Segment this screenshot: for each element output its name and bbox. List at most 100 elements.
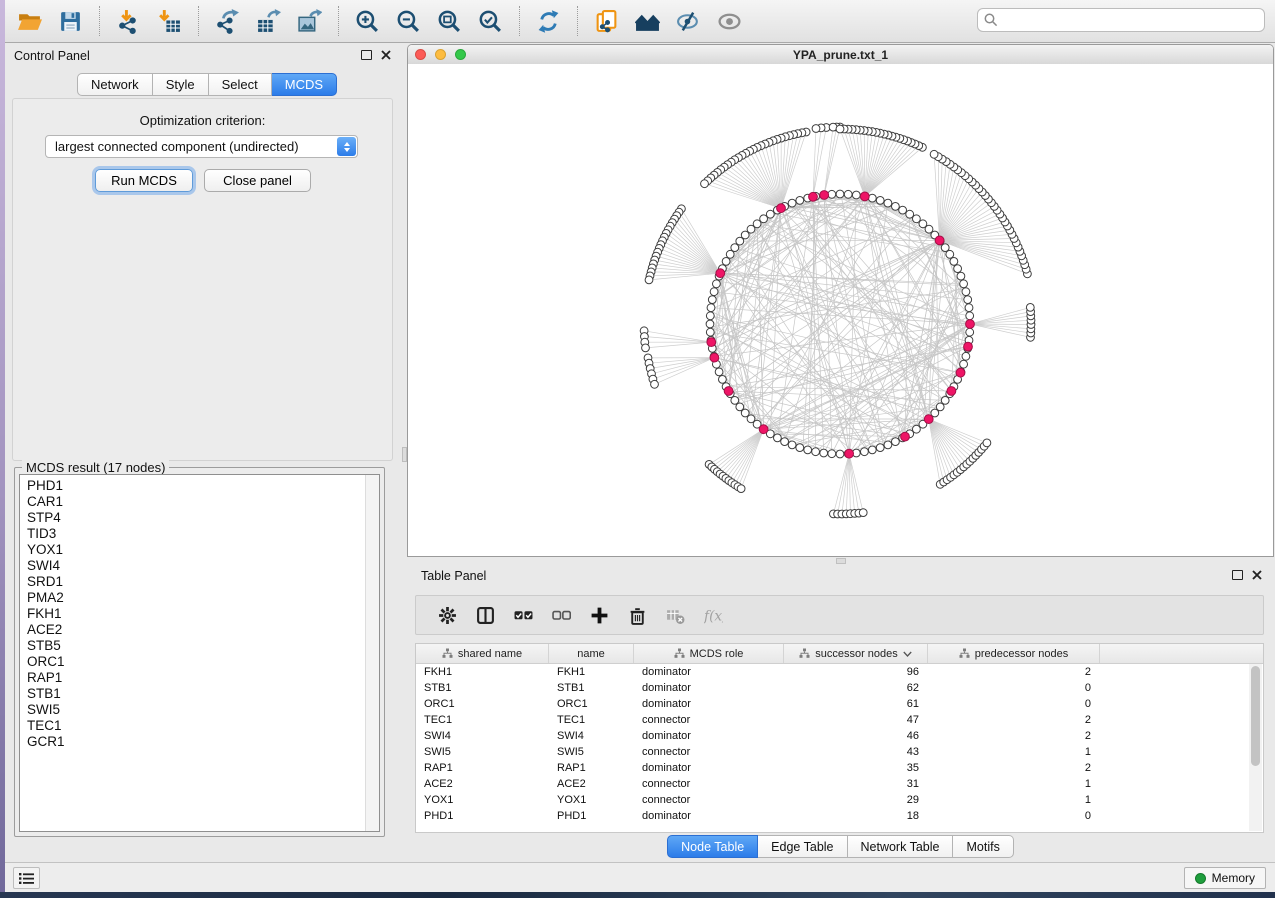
tab-motifs[interactable]: Motifs (953, 835, 1013, 858)
zoom-selected-button[interactable] (470, 4, 511, 38)
window-close-button[interactable] (415, 49, 426, 60)
clone-network-button[interactable] (586, 4, 627, 38)
mcds-hub-node[interactable] (845, 449, 854, 458)
show-column-panel-button[interactable] (466, 599, 504, 631)
mcds-result-item[interactable]: GCR1 (20, 734, 379, 750)
show-panels-menu-button[interactable] (13, 867, 40, 889)
float-table-panel-icon[interactable] (1232, 570, 1243, 580)
table-scrollbar[interactable] (1249, 664, 1262, 831)
mcds-hub-node[interactable] (956, 368, 965, 377)
table-row[interactable]: TEC1TEC1connector472 (416, 712, 1263, 728)
export-table-button[interactable] (248, 4, 289, 38)
mcds-result-item[interactable]: SWI4 (20, 558, 379, 574)
window-minimize-button[interactable] (435, 49, 446, 60)
table-row[interactable]: ORC1ORC1dominator610 (416, 696, 1263, 712)
table-row[interactable]: SWI5SWI5connector431 (416, 744, 1263, 760)
horizontal-splitter[interactable] (836, 558, 846, 564)
column-header-successor-nodes[interactable]: successor nodes (784, 644, 928, 663)
mcds-hub-node[interactable] (707, 338, 716, 347)
mcds-hub-node[interactable] (809, 192, 818, 201)
mcds-hub-node[interactable] (966, 320, 975, 329)
mcds-result-item[interactable]: SRD1 (20, 574, 379, 590)
zoom-out-button[interactable] (388, 4, 429, 38)
delete-column-button[interactable] (618, 599, 656, 631)
tab-network-table[interactable]: Network Table (848, 835, 954, 858)
mcds-result-item[interactable]: RAP1 (20, 670, 379, 686)
column-header-shared-name[interactable]: shared name (416, 644, 549, 663)
table-options-button[interactable] (428, 599, 466, 631)
open-file-button[interactable] (9, 4, 50, 38)
mcds-result-item[interactable]: ACE2 (20, 622, 379, 638)
tab-node-table[interactable]: Node Table (667, 835, 758, 858)
mcds-list-scrollbar[interactable] (365, 475, 379, 831)
search-input[interactable] (1003, 12, 1258, 28)
table-row[interactable]: SWI4SWI4dominator462 (416, 728, 1263, 744)
close-panel-button[interactable]: Close panel (204, 169, 311, 192)
mcds-result-item[interactable]: TEC1 (20, 718, 379, 734)
network-window-titlebar[interactable]: YPA_prune.txt_1 (408, 45, 1273, 65)
table-row[interactable]: PHD1PHD1dominator180 (416, 808, 1263, 824)
mcds-result-list[interactable]: PHD1CAR1STP4TID3YOX1SWI4SRD1PMA2FKH1ACE2… (19, 474, 380, 832)
export-network-button[interactable] (207, 4, 248, 38)
table-row[interactable]: YOX1YOX1connector291 (416, 792, 1263, 808)
table-scrollbar-thumb[interactable] (1251, 666, 1260, 766)
memory-button[interactable]: Memory (1184, 867, 1266, 889)
column-header-name[interactable]: name (549, 644, 634, 663)
table-row[interactable]: STB1STB1dominator620 (416, 680, 1263, 696)
table-row[interactable]: ACE2ACE2connector311 (416, 776, 1263, 792)
tab-network[interactable]: Network (77, 73, 153, 96)
export-image-button[interactable] (289, 4, 330, 38)
mcds-hub-node[interactable] (777, 204, 786, 213)
mcds-result-item[interactable]: PHD1 (20, 475, 379, 494)
tab-select[interactable]: Select (209, 73, 272, 96)
mcds-result-item[interactable]: FKH1 (20, 606, 379, 622)
tab-edge-table[interactable]: Edge Table (758, 835, 847, 858)
unselect-all-columns-button[interactable] (542, 599, 580, 631)
search-box[interactable] (977, 8, 1265, 32)
float-panel-icon[interactable] (361, 50, 372, 60)
mcds-hub-node[interactable] (724, 387, 733, 396)
tab-mcds[interactable]: MCDS (272, 73, 337, 96)
import-network-button[interactable] (108, 4, 149, 38)
mcds-result-item[interactable]: ORC1 (20, 654, 379, 670)
save-session-button[interactable] (50, 4, 91, 38)
mcds-hub-node[interactable] (716, 269, 725, 278)
refresh-button[interactable] (528, 4, 569, 38)
first-neighbors-button[interactable] (627, 4, 668, 38)
zoom-fit-button[interactable] (429, 4, 470, 38)
mcds-result-item[interactable]: STP4 (20, 510, 379, 526)
close-panel-icon[interactable] (381, 50, 391, 60)
network-canvas-svg[interactable] (408, 64, 1273, 556)
mcds-hub-node[interactable] (860, 192, 869, 201)
mcds-hub-node[interactable] (901, 432, 910, 441)
mcds-hub-node[interactable] (924, 415, 933, 424)
select-all-columns-button[interactable] (504, 599, 542, 631)
criterion-select[interactable]: largest connected component (undirected) (45, 135, 358, 158)
add-column-button[interactable] (580, 599, 618, 631)
run-mcds-button[interactable]: Run MCDS (95, 169, 193, 192)
mcds-result-item[interactable]: PMA2 (20, 590, 379, 606)
column-header-MCDS-role[interactable]: MCDS role (634, 644, 784, 663)
tab-style[interactable]: Style (153, 73, 209, 96)
mcds-hub-node[interactable] (964, 342, 973, 351)
window-zoom-button[interactable] (455, 49, 466, 60)
mcds-hub-node[interactable] (710, 353, 719, 362)
show-all-button[interactable] (709, 4, 750, 38)
mcds-result-item[interactable]: SWI5 (20, 702, 379, 718)
table-row[interactable]: FKH1FKH1dominator962 (416, 664, 1263, 680)
mcds-hub-node[interactable] (820, 191, 829, 200)
hide-selected-button[interactable] (668, 4, 709, 38)
mcds-hub-node[interactable] (759, 425, 768, 434)
import-table-button[interactable] (149, 4, 190, 38)
mcds-result-item[interactable]: STB1 (20, 686, 379, 702)
close-table-panel-icon[interactable] (1252, 570, 1262, 580)
mcds-result-item[interactable]: CAR1 (20, 494, 379, 510)
table-row[interactable]: RAP1RAP1dominator352 (416, 760, 1263, 776)
column-header-predecessor-nodes[interactable]: predecessor nodes (928, 644, 1100, 663)
mcds-result-item[interactable]: STB5 (20, 638, 379, 654)
mcds-result-item[interactable]: TID3 (20, 526, 379, 542)
mcds-hub-node[interactable] (947, 387, 956, 396)
mcds-hub-node[interactable] (935, 236, 944, 245)
zoom-in-button[interactable] (347, 4, 388, 38)
mcds-result-item[interactable]: YOX1 (20, 542, 379, 558)
